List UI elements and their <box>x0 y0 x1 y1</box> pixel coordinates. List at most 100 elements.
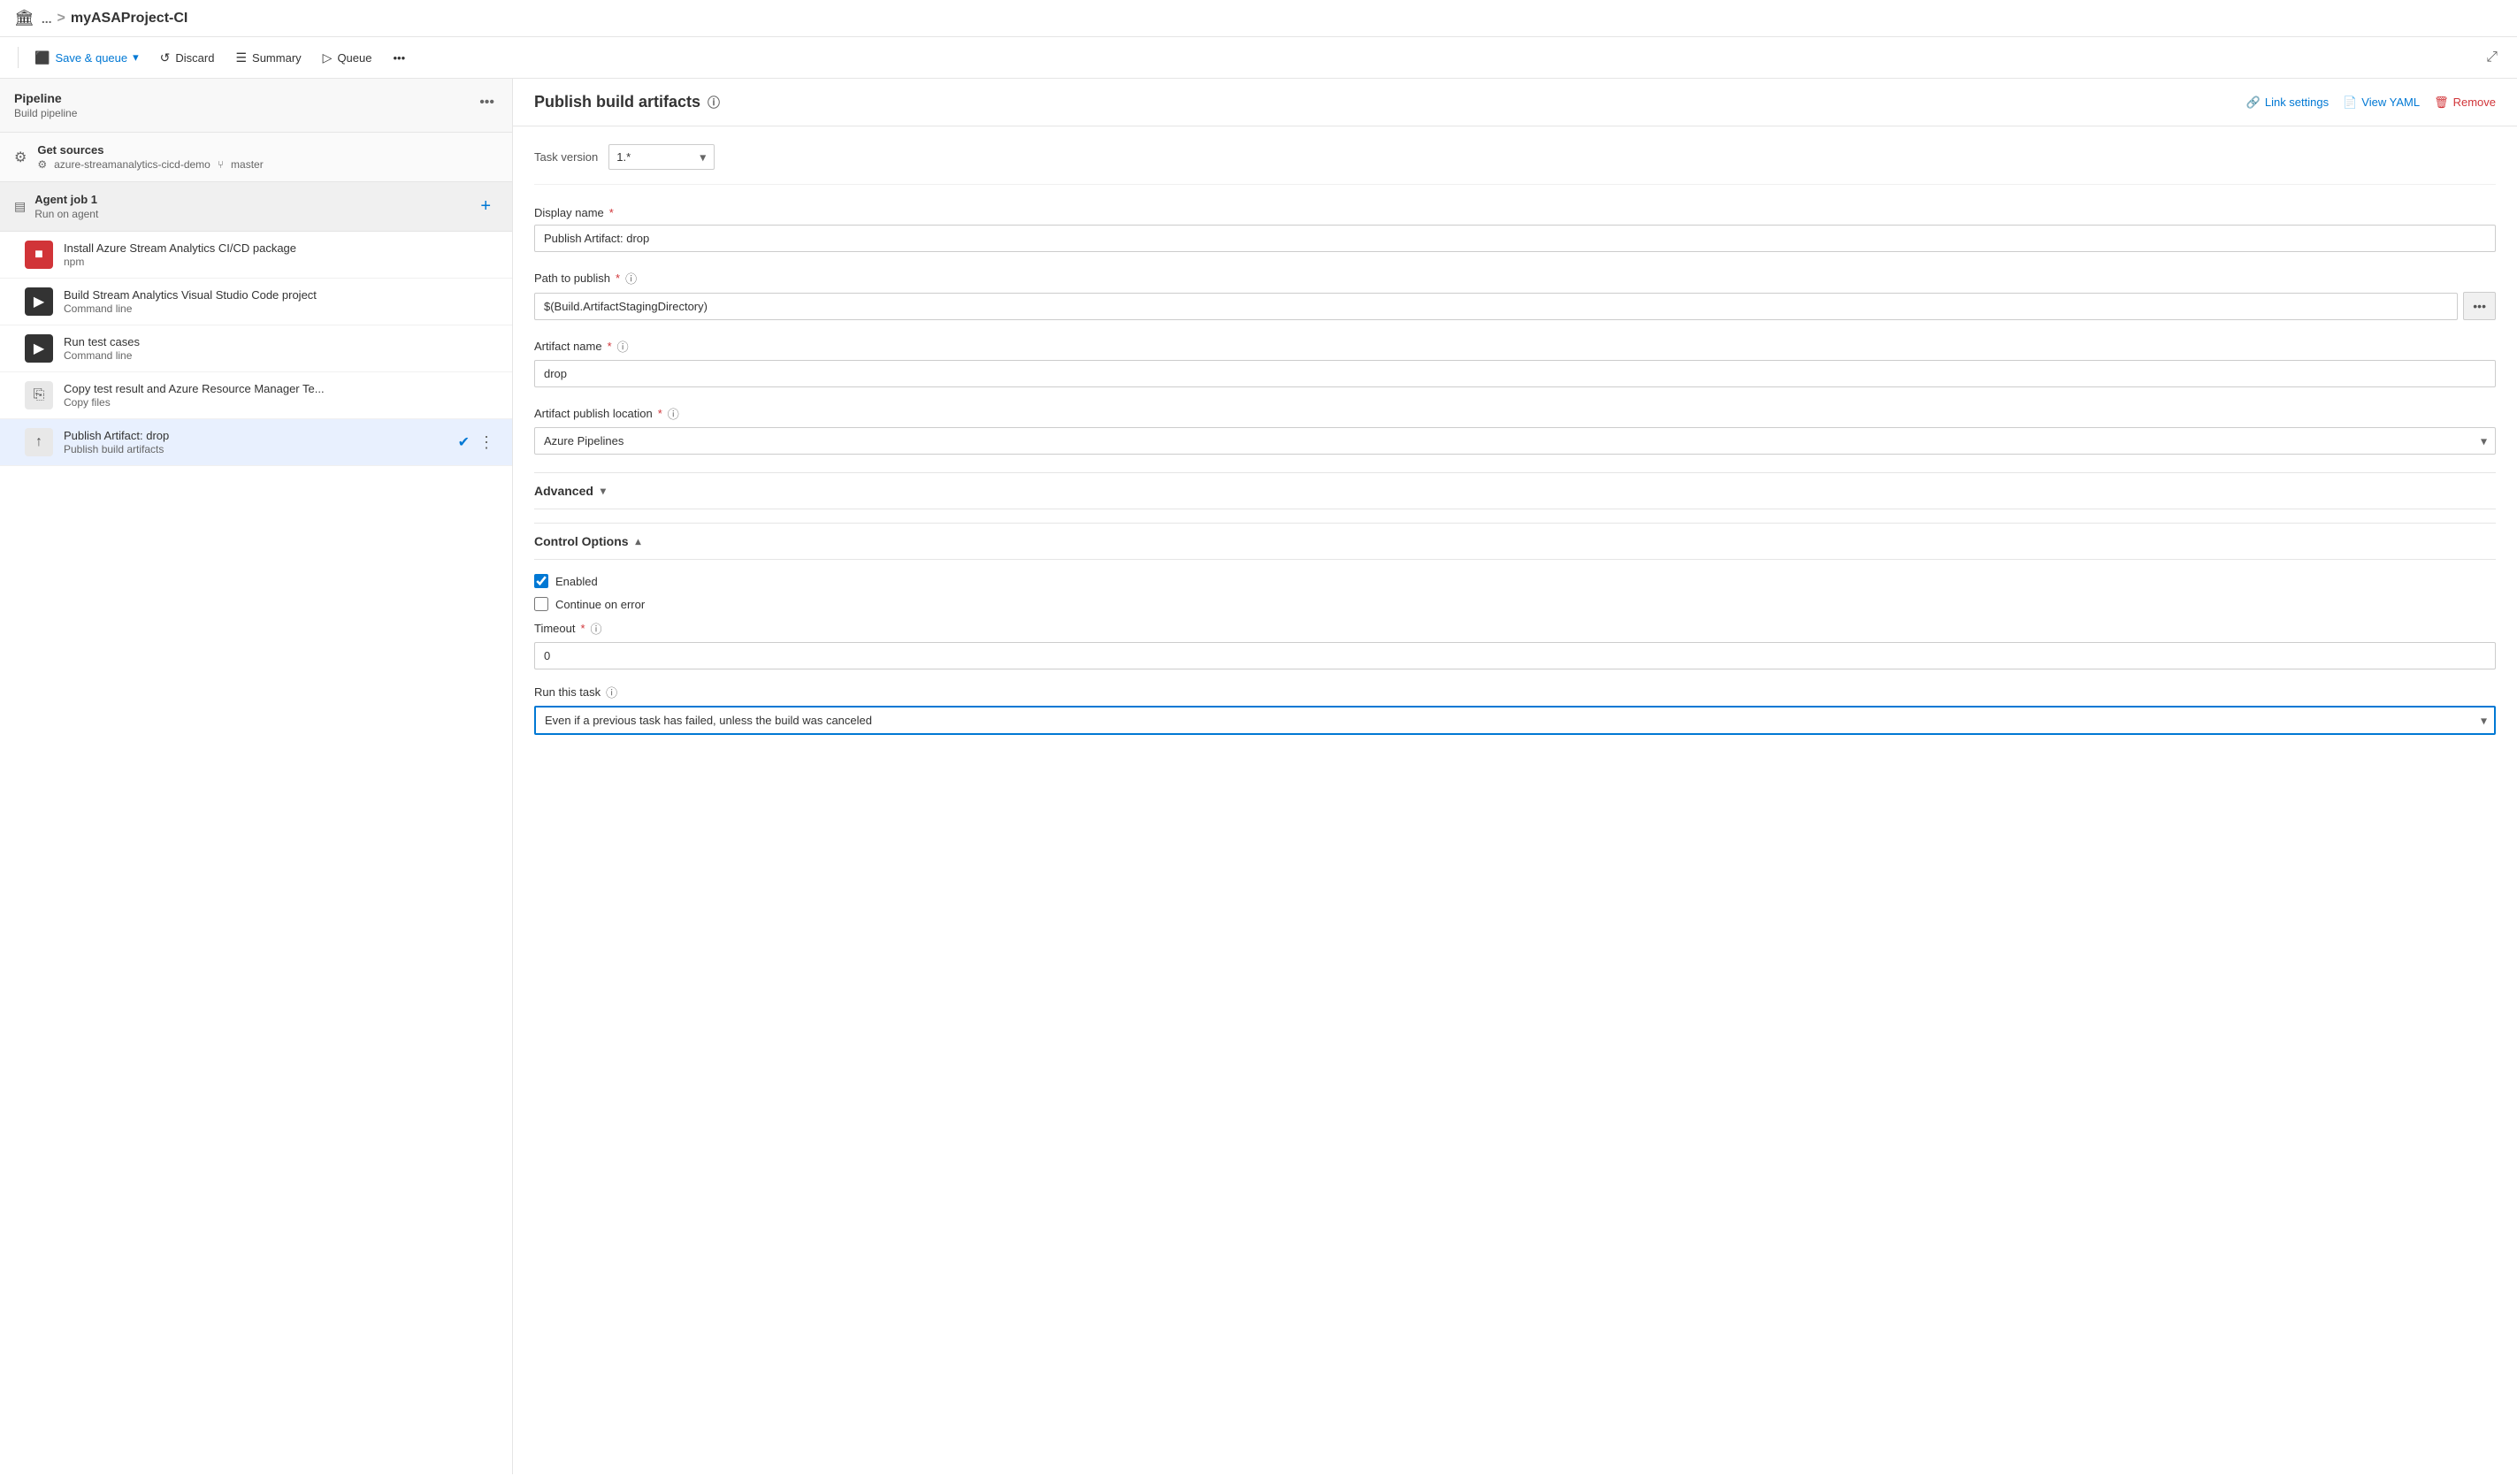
task-item-copy[interactable]: ⎘ Copy test result and Azure Resource Ma… <box>0 372 512 419</box>
task-item-test[interactable]: ▶ Run test cases Command line <box>0 325 512 372</box>
artifact-publish-location-group: Artifact publish location * ⓘ Azure Pipe… <box>534 405 2496 455</box>
add-task-button[interactable]: + <box>473 193 498 220</box>
task-detail-title-text: Publish build artifacts <box>534 93 700 111</box>
toolbar-divider <box>18 47 19 68</box>
get-sources-meta: ⚙ azure-streamanalytics-cicd-demo ⑂ mast… <box>37 158 498 171</box>
task-type-copy: Copy files <box>64 396 498 409</box>
link-settings-label: Link settings <box>2265 96 2329 109</box>
agent-job-subtitle: Run on agent <box>34 208 98 220</box>
task-actions-publish: ✔ ⋮ <box>458 432 498 454</box>
save-queue-button[interactable]: ⬛ Save & queue ▾ <box>26 45 148 71</box>
task-list: ■ Install Azure Stream Analytics CI/CD p… <box>0 232 512 466</box>
agent-job-title: Agent job 1 <box>34 193 98 206</box>
view-yaml-button[interactable]: 📄 View YAML <box>2343 96 2420 110</box>
artifact-publish-location-label: Artifact publish location * ⓘ <box>534 405 2496 422</box>
castle-icon: 🏛 <box>14 9 34 27</box>
task-title-info-icon[interactable]: ⓘ <box>708 94 720 111</box>
run-this-task-select[interactable]: Only when all previous tasks have succee… <box>534 706 2496 735</box>
agent-job-header: ▤ Agent job 1 Run on agent + <box>0 182 512 232</box>
pipeline-title: Pipeline <box>14 91 77 105</box>
view-yaml-label: View YAML <box>2361 96 2420 109</box>
get-sources-repo: azure-streamanalytics-cicd-demo <box>54 158 210 171</box>
artifact-name-input[interactable] <box>534 360 2496 387</box>
task-name-build: Build Stream Analytics Visual Studio Cod… <box>64 288 498 302</box>
control-options-chevron-icon: ▴ <box>636 535 641 547</box>
pipeline-more-button[interactable]: ••• <box>476 91 498 114</box>
summary-button[interactable]: ☰ Summary <box>226 45 310 71</box>
control-options-section-toggle[interactable]: Control Options ▴ <box>534 523 2496 560</box>
task-type-install: npm <box>64 256 498 268</box>
task-item-publish[interactable]: ↑ Publish Artifact: drop Publish build a… <box>0 419 512 466</box>
timeout-input[interactable] <box>534 642 2496 669</box>
timeout-info-icon[interactable]: ⓘ <box>591 620 602 637</box>
discard-label: Discard <box>175 51 214 65</box>
continue-on-error-label[interactable]: Continue on error <box>555 598 645 611</box>
breadcrumb-project: myASAProject-CI <box>71 11 187 27</box>
advanced-section-toggle[interactable]: Advanced ▾ <box>534 472 2496 509</box>
breadcrumb: ... > myASAProject-CI <box>42 11 188 27</box>
task-type-publish: Publish build artifacts <box>64 443 458 455</box>
expand-button[interactable]: ⤢ <box>2481 44 2503 71</box>
control-options-body: Enabled Continue on error Timeout * ⓘ <box>534 574 2496 735</box>
save-queue-chevron: ▾ <box>133 50 139 65</box>
remove-icon: 🗑 <box>2434 96 2449 110</box>
path-to-publish-input[interactable] <box>534 293 2458 320</box>
get-sources-title: Get sources <box>37 143 498 157</box>
link-settings-button[interactable]: 🔗 Link settings <box>2246 96 2329 110</box>
task-menu-button-publish[interactable]: ⋮ <box>475 432 498 454</box>
task-version-select[interactable]: 1.* 0.* <box>608 144 715 170</box>
task-item-build[interactable]: ▶ Build Stream Analytics Visual Studio C… <box>0 279 512 325</box>
remove-button[interactable]: 🗑 Remove <box>2434 96 2496 110</box>
task-info-test: Run test cases Command line <box>64 335 498 362</box>
task-item-install[interactable]: ■ Install Azure Stream Analytics CI/CD p… <box>0 232 512 279</box>
left-panel: Pipeline Build pipeline ••• ⚙ Get source… <box>0 79 513 1474</box>
task-detail-title: Publish build artifacts ⓘ <box>534 93 720 111</box>
pipeline-subtitle: Build pipeline <box>14 107 77 119</box>
run-this-task-select-wrapper: Only when all previous tasks have succee… <box>534 706 2496 735</box>
remove-label: Remove <box>2453 96 2496 109</box>
task-version-select-wrapper: 1.* 0.* <box>608 144 715 170</box>
timeout-label: Timeout * ⓘ <box>534 620 2496 637</box>
breadcrumb-dots[interactable]: ... <box>42 11 52 26</box>
path-required: * <box>616 272 620 285</box>
display-name-required: * <box>609 206 614 219</box>
queue-button[interactable]: ▷ Queue <box>314 45 381 71</box>
advanced-chevron-icon: ▾ <box>601 485 606 497</box>
enabled-checkbox[interactable] <box>534 574 548 588</box>
get-sources-repo-icon: ⚙ <box>37 158 47 171</box>
continue-on-error-row: Continue on error <box>534 597 2496 611</box>
summary-icon: ☰ <box>235 50 247 65</box>
agent-job-icon: ▤ <box>14 199 26 214</box>
get-sources-item[interactable]: ⚙ Get sources ⚙ azure-streamanalytics-ci… <box>0 133 512 182</box>
artifact-name-group: Artifact name * ⓘ <box>534 338 2496 387</box>
artifact-name-info-icon[interactable]: ⓘ <box>617 338 629 355</box>
save-icon: ⬛ <box>34 50 50 65</box>
enabled-label[interactable]: Enabled <box>555 575 598 588</box>
task-name-copy: Copy test result and Azure Resource Mana… <box>64 382 498 395</box>
display-name-group: Display name * <box>534 206 2496 252</box>
task-version-row: Task version 1.* 0.* <box>534 144 2496 185</box>
run-this-task-info-icon[interactable]: ⓘ <box>606 684 617 700</box>
discard-button[interactable]: ↺ Discard <box>151 45 224 71</box>
artifact-publish-location-select[interactable]: Azure Pipelines File share <box>534 427 2496 455</box>
view-yaml-icon: 📄 <box>2343 96 2357 110</box>
pipeline-header: Pipeline Build pipeline ••• <box>0 79 512 133</box>
display-name-input[interactable] <box>534 225 2496 252</box>
task-name-publish: Publish Artifact: drop <box>64 429 458 442</box>
task-version-label: Task version <box>534 150 598 164</box>
path-browse-button[interactable]: ••• <box>2463 292 2496 320</box>
control-options-label: Control Options <box>534 534 629 548</box>
continue-on-error-checkbox[interactable] <box>534 597 548 611</box>
task-icon-install: ■ <box>25 241 53 269</box>
queue-label: Queue <box>337 51 371 65</box>
path-to-publish-label: Path to publish * ⓘ <box>534 270 2496 287</box>
task-icon-copy: ⎘ <box>25 381 53 409</box>
save-queue-label: Save & queue <box>55 51 127 65</box>
path-info-icon[interactable]: ⓘ <box>625 270 637 287</box>
get-sources-branch: master <box>231 158 264 171</box>
get-sources-branch-icon: ⑂ <box>218 158 224 171</box>
more-dots: ••• <box>393 51 405 65</box>
more-button[interactable]: ••• <box>384 46 414 70</box>
task-info-publish: Publish Artifact: drop Publish build art… <box>64 429 458 455</box>
artifact-location-info-icon[interactable]: ⓘ <box>668 405 679 422</box>
